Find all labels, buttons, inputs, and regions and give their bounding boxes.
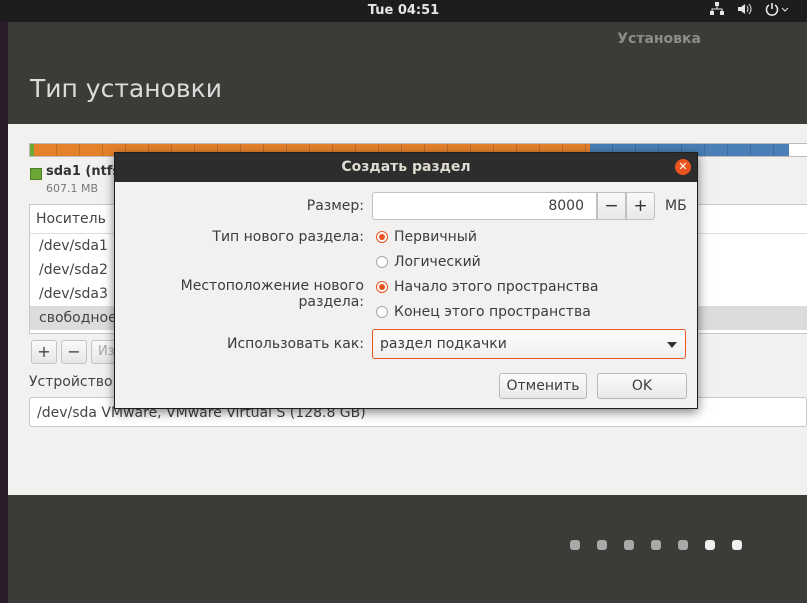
network-icon[interactable] <box>709 2 725 16</box>
progress-dot <box>624 540 634 550</box>
legend-partition-name: sda1 (ntfs <box>46 164 121 179</box>
size-unit: МБ <box>665 198 687 214</box>
add-partition-button[interactable]: + <box>31 340 57 364</box>
create-partition-dialog: Создать раздел ✕ Размер: 8000 − + МБ Тип… <box>114 152 698 409</box>
radio-location-end-label: Конец этого пространства <box>394 304 591 320</box>
radio-primary-label: Первичный <box>394 229 477 245</box>
legend-color-swatch <box>30 168 42 180</box>
top-panel: Tue 04:51 <box>0 0 807 22</box>
bootloader-device-label: Устройство д <box>29 374 127 390</box>
chevron-down-icon <box>667 342 677 348</box>
progress-dot-current <box>732 540 742 550</box>
radio-location-start-indicator[interactable] <box>376 281 388 293</box>
page-title: Тип установки <box>30 74 222 103</box>
remove-partition-button[interactable]: − <box>61 340 87 364</box>
radio-location-start[interactable]: Начало этого пространства <box>376 279 598 295</box>
radio-location-end-indicator[interactable] <box>376 306 388 318</box>
size-input[interactable]: 8000 <box>372 192 597 220</box>
volume-icon[interactable] <box>737 2 753 16</box>
use-as-value: раздел подкачки <box>380 336 507 352</box>
radio-primary[interactable]: Первичный <box>376 229 477 245</box>
radio-primary-indicator[interactable] <box>376 231 388 243</box>
progress-dot <box>597 540 607 550</box>
progress-dot <box>678 540 688 550</box>
cancel-button[interactable]: Отменить <box>499 373 587 399</box>
radio-logical[interactable]: Логический <box>376 254 481 270</box>
progress-dot <box>651 540 661 550</box>
clock[interactable]: Tue 04:51 <box>0 3 807 18</box>
partition-type-label: Тип нового раздела: <box>212 229 364 245</box>
dialog-title: Создать раздел <box>341 159 471 175</box>
progress-dot-current <box>705 540 715 550</box>
system-tray <box>709 2 789 16</box>
close-icon[interactable]: ✕ <box>675 159 691 175</box>
ok-button[interactable]: OK <box>597 373 687 399</box>
radio-logical-indicator[interactable] <box>376 256 388 268</box>
power-icon[interactable] <box>765 2 789 16</box>
radio-location-end[interactable]: Конец этого пространства <box>376 304 591 320</box>
radio-location-start-label: Начало этого пространства <box>394 279 599 295</box>
progress-dots <box>570 540 742 550</box>
legend-partition-size: 607.1 MB <box>46 182 99 195</box>
use-as-select[interactable]: раздел подкачки <box>372 329 686 359</box>
location-label: Местоположение нового раздела: <box>180 278 364 310</box>
size-label: Размер: <box>306 198 364 214</box>
use-as-label: Использовать как: <box>227 336 364 352</box>
size-increment-button[interactable]: + <box>626 192 655 220</box>
radio-logical-label: Логический <box>394 254 481 270</box>
window-title: Установка <box>617 31 701 47</box>
progress-dot <box>570 540 580 550</box>
dialog-header: Создать раздел ✕ <box>115 153 697 182</box>
size-decrement-button[interactable]: − <box>597 192 626 220</box>
